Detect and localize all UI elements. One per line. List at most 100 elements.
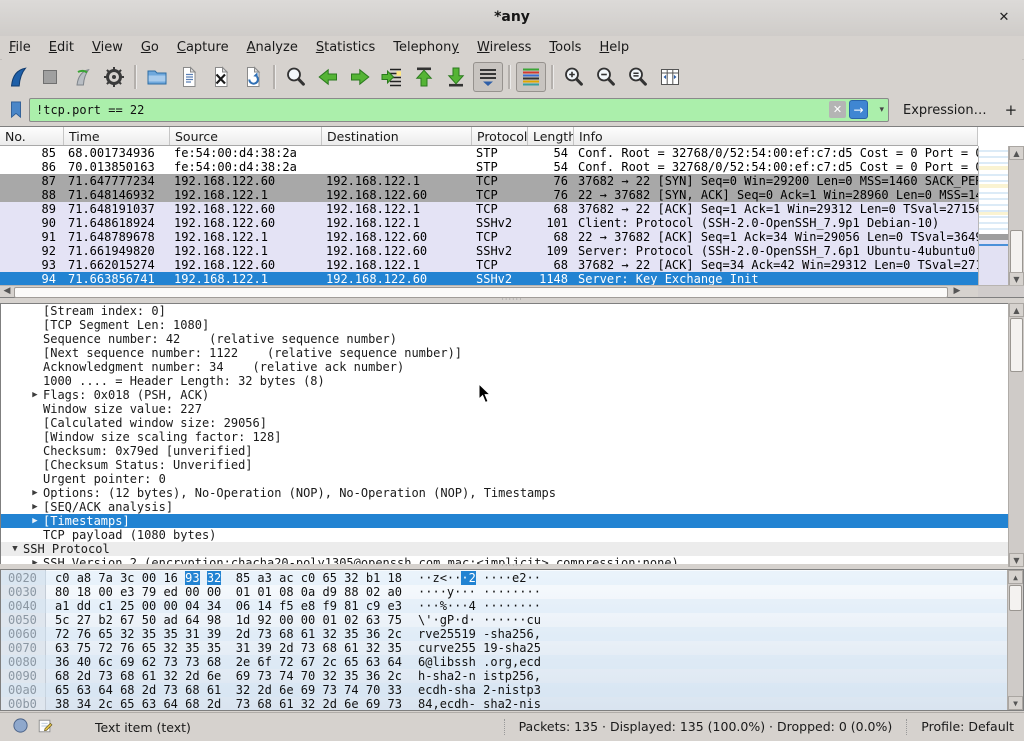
packet-row-85[interactable]: 8568.001734936fe:54:00:d4:38:2aSTP54Conf… bbox=[0, 146, 978, 160]
detail-row[interactable]: Window size value: 227 bbox=[1, 402, 1023, 416]
detail-row[interactable]: [Next sequence number: 1122 (relative se… bbox=[1, 346, 1023, 360]
go-back-icon[interactable] bbox=[313, 62, 343, 92]
scroll-down-icon[interactable]: ▼ bbox=[1009, 272, 1024, 286]
column-header-length[interactable]: Length bbox=[528, 127, 574, 145]
capture-comment-icon[interactable] bbox=[37, 718, 53, 737]
packet-row-91[interactable]: 9171.648789678192.168.122.1192.168.122.6… bbox=[0, 230, 978, 244]
column-header-no[interactable]: No. bbox=[0, 127, 64, 145]
bytes-vscrollbar[interactable]: ▲ ▼ bbox=[1007, 570, 1023, 710]
packet-list-header[interactable]: No.TimeSourceDestinationProtocolLengthIn… bbox=[0, 127, 978, 146]
scrollbar-thumb[interactable] bbox=[1010, 318, 1023, 372]
capture-options-icon[interactable] bbox=[99, 62, 129, 92]
add-filter-button[interactable]: + bbox=[1005, 101, 1018, 119]
packet-row-89[interactable]: 8971.648191037192.168.122.60192.168.122.… bbox=[0, 202, 978, 216]
expanded-arrow-icon[interactable]: ▼ bbox=[7, 542, 23, 556]
menu-item-wireless[interactable]: Wireless bbox=[468, 38, 540, 57]
hex-bytes[interactable]: 5c 27 b2 67 50 ad 64 98 1d 92 00 00 01 0… bbox=[46, 613, 402, 627]
filter-clear-icon[interactable]: ✕ bbox=[829, 101, 846, 118]
menu-item-analyze[interactable]: Analyze bbox=[238, 38, 307, 57]
menu-item-file[interactable]: File bbox=[0, 38, 40, 57]
menu-item-edit[interactable]: Edit bbox=[40, 38, 83, 57]
start-capture-icon[interactable] bbox=[3, 62, 33, 92]
resize-columns-icon[interactable] bbox=[655, 62, 685, 92]
hex-row-0060[interactable]: 006072 76 65 32 35 35 31 39 2d 73 68 61 … bbox=[1, 627, 1023, 641]
menu-item-tools[interactable]: Tools bbox=[540, 38, 590, 57]
filter-apply-icon[interactable]: → bbox=[849, 100, 868, 119]
expression-button[interactable]: Expression… bbox=[903, 103, 987, 118]
go-last-icon[interactable] bbox=[441, 62, 471, 92]
packet-row-86[interactable]: 8670.013850163fe:54:00:d4:38:2aSTP54Conf… bbox=[0, 160, 978, 174]
hex-bytes[interactable]: 65 63 64 68 2d 73 68 61 32 2d 6e 69 73 7… bbox=[46, 683, 402, 697]
go-to-packet-icon[interactable] bbox=[377, 62, 407, 92]
column-header-source[interactable]: Source bbox=[170, 127, 322, 145]
display-filter-input[interactable]: !tcp.port == 22 ✕ → ▾ bbox=[29, 98, 889, 122]
hex-bytes[interactable]: c0 a8 7a 3c 00 16 93 32 85 a3 ac c0 65 3… bbox=[46, 571, 402, 585]
collapsed-arrow-icon[interactable]: ▶ bbox=[27, 486, 43, 500]
save-file-icon[interactable] bbox=[174, 62, 204, 92]
collapsed-arrow-icon[interactable]: ▶ bbox=[27, 388, 43, 402]
hex-ascii[interactable]: ···%···4 ········ bbox=[402, 599, 541, 613]
detail-row[interactable]: [Calculated window size: 29056] bbox=[1, 416, 1023, 430]
scroll-right-icon[interactable]: ▶ bbox=[950, 286, 964, 297]
colorize-icon[interactable] bbox=[516, 62, 546, 92]
detail-row[interactable]: 1000 .... = Header Length: 32 bytes (8) bbox=[1, 374, 1023, 388]
collapsed-arrow-icon[interactable]: ▶ bbox=[27, 500, 43, 514]
go-first-icon[interactable] bbox=[409, 62, 439, 92]
hex-bytes[interactable]: 38 34 2c 65 63 64 68 2d 73 68 61 32 2d 6… bbox=[46, 697, 402, 711]
packet-row-93[interactable]: 9371.662015274192.168.122.60192.168.122.… bbox=[0, 258, 978, 272]
reload-file-icon[interactable] bbox=[238, 62, 268, 92]
menu-item-view[interactable]: View bbox=[83, 38, 132, 57]
zoom-in-icon[interactable] bbox=[559, 62, 589, 92]
open-file-icon[interactable] bbox=[142, 62, 172, 92]
packet-row-90[interactable]: 9071.648618924192.168.122.60192.168.122.… bbox=[0, 216, 978, 230]
close-file-icon[interactable] bbox=[206, 62, 236, 92]
scroll-up-icon[interactable]: ▲ bbox=[1008, 570, 1023, 584]
filter-bookmark-icon[interactable] bbox=[5, 98, 27, 122]
detail-row[interactable]: ▶[SEQ/ACK analysis] bbox=[1, 500, 1023, 514]
column-header-destination[interactable]: Destination bbox=[322, 127, 472, 145]
detail-row[interactable]: [Stream index: 0] bbox=[1, 304, 1023, 318]
scroll-down-icon[interactable]: ▼ bbox=[1009, 553, 1024, 567]
auto-scroll-icon[interactable] bbox=[473, 62, 503, 92]
detail-row[interactable]: [Window size scaling factor: 128] bbox=[1, 430, 1023, 444]
scroll-up-icon[interactable]: ▲ bbox=[1009, 146, 1024, 160]
title-bar[interactable]: *any ✕ bbox=[0, 0, 1024, 37]
detail-row[interactable]: ▼SSH Protocol bbox=[1, 542, 1023, 556]
detail-row[interactable]: [Checksum Status: Unverified] bbox=[1, 458, 1023, 472]
hex-ascii[interactable]: h-sha2-n istp256, bbox=[402, 669, 541, 683]
detail-row[interactable]: TCP payload (1080 bytes) bbox=[1, 528, 1023, 542]
pane-splitter[interactable]: ······ bbox=[0, 564, 1024, 568]
hex-row-0020[interactable]: 0020c0 a8 7a 3c 00 16 93 32 85 a3 ac c0 … bbox=[1, 571, 1023, 585]
find-packet-icon[interactable] bbox=[281, 62, 311, 92]
menu-item-capture[interactable]: Capture bbox=[168, 38, 238, 57]
hex-ascii[interactable]: 6@libssh .org,ecd bbox=[402, 655, 541, 669]
packet-row-88[interactable]: 8871.648146932192.168.122.1192.168.122.6… bbox=[0, 188, 978, 202]
detail-row[interactable]: ▶Flags: 0x018 (PSH, ACK) bbox=[1, 388, 1023, 402]
hex-ascii[interactable]: ····y··· ········ bbox=[402, 585, 541, 599]
detail-row[interactable]: ▶Options: (12 bytes), No-Operation (NOP)… bbox=[1, 486, 1023, 500]
hex-bytes[interactable]: 68 2d 73 68 61 32 2d 6e 69 73 74 70 32 3… bbox=[46, 669, 402, 683]
hex-row-0050[interactable]: 00505c 27 b2 67 50 ad 64 98 1d 92 00 00 … bbox=[1, 613, 1023, 627]
column-header-info[interactable]: Info bbox=[574, 127, 978, 145]
hex-row-0070[interactable]: 007063 75 72 76 65 32 35 35 31 39 2d 73 … bbox=[1, 641, 1023, 655]
details-vscrollbar[interactable]: ▲ ▼ bbox=[1008, 303, 1024, 567]
column-header-time[interactable]: Time bbox=[64, 127, 170, 145]
hex-ascii[interactable]: 84,ecdh- sha2-nis bbox=[402, 697, 541, 711]
filter-history-caret-icon[interactable]: ▾ bbox=[879, 105, 884, 115]
hex-row-0030[interactable]: 003080 18 00 e3 79 ed 00 00 01 01 08 0a … bbox=[1, 585, 1023, 599]
detail-row[interactable]: ▶[Timestamps] bbox=[1, 514, 1023, 528]
hex-bytes[interactable]: 63 75 72 76 65 32 35 35 31 39 2d 73 68 6… bbox=[46, 641, 402, 655]
zoom-original-icon[interactable] bbox=[623, 62, 653, 92]
hex-row-0090[interactable]: 009068 2d 73 68 61 32 2d 6e 69 73 74 70 … bbox=[1, 669, 1023, 683]
packet-list-hscrollbar[interactable]: ◀ ▶ bbox=[0, 285, 978, 297]
hex-row-0080[interactable]: 008036 40 6c 69 62 73 73 68 2e 6f 72 67 … bbox=[1, 655, 1023, 669]
zoom-out-icon[interactable] bbox=[591, 62, 621, 92]
detail-row[interactable]: Urgent pointer: 0 bbox=[1, 472, 1023, 486]
packet-row-87[interactable]: 8771.647777234192.168.122.60192.168.122.… bbox=[0, 174, 978, 188]
profile-label[interactable]: Profile: Default bbox=[906, 719, 1024, 736]
scroll-left-icon[interactable]: ◀ bbox=[0, 286, 14, 297]
hex-bytes[interactable]: 36 40 6c 69 62 73 73 68 2e 6f 72 67 2c 6… bbox=[46, 655, 402, 669]
scroll-up-icon[interactable]: ▲ bbox=[1009, 303, 1024, 317]
detail-row[interactable]: Acknowledgment number: 34 (relative ack … bbox=[1, 360, 1023, 374]
scrollbar-thumb[interactable] bbox=[14, 287, 948, 298]
